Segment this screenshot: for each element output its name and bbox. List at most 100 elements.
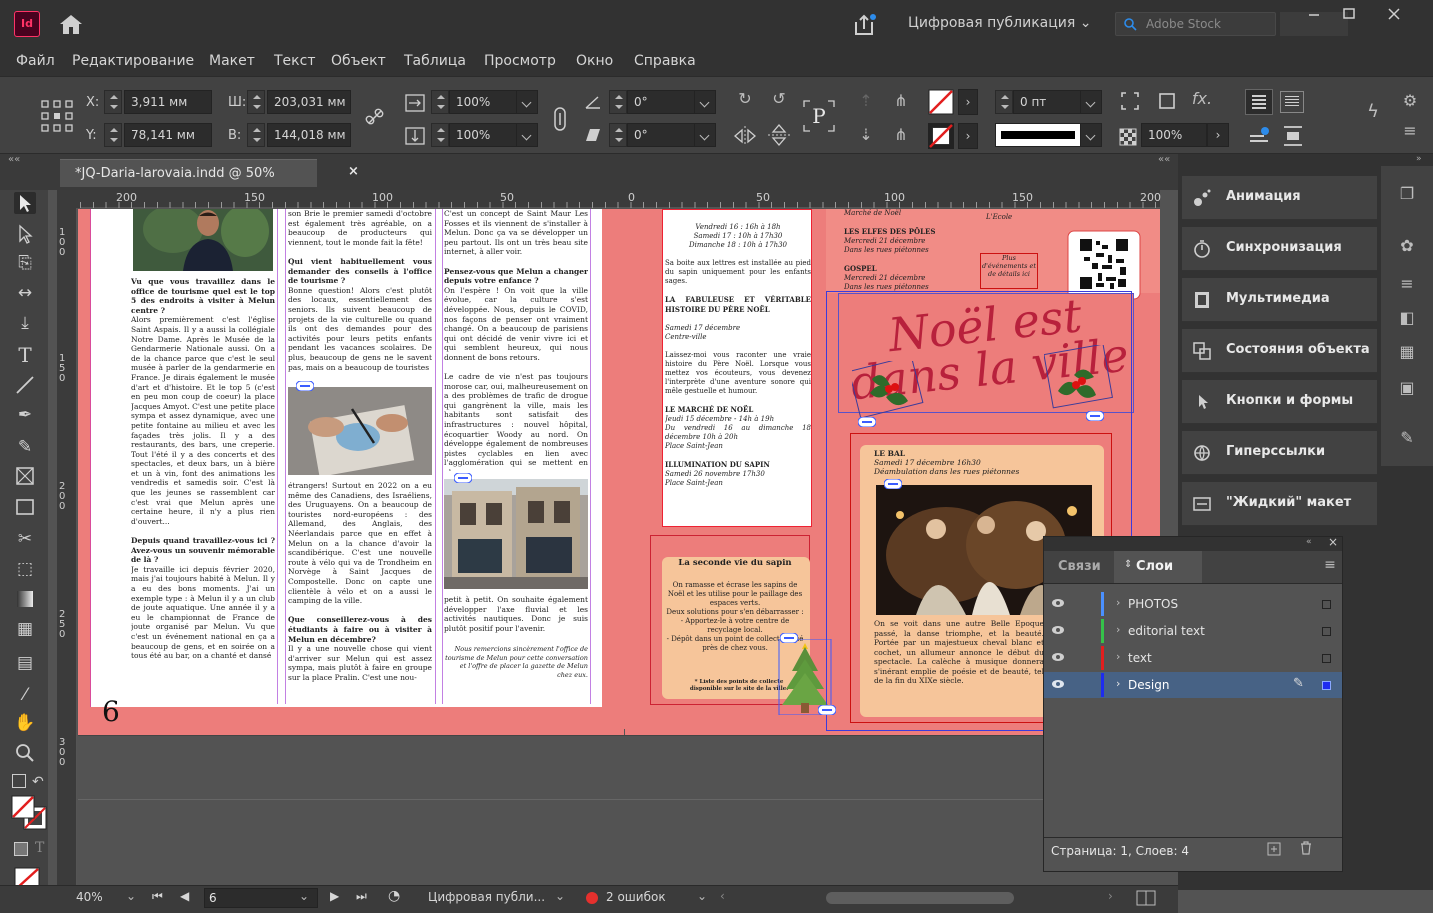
ruler-origin[interactable] [57, 190, 80, 208]
scroll-left-icon[interactable]: ‹ [720, 889, 725, 903]
edit-panel-icon[interactable]: ✎ [1395, 428, 1419, 447]
split-window-icon[interactable] [1136, 890, 1156, 906]
share-icon[interactable] [852, 13, 876, 37]
scale-y-dropdown[interactable] [516, 123, 538, 147]
formatting-container-icon[interactable] [14, 842, 28, 856]
adobe-stock-search[interactable]: Adobe Stock [1115, 12, 1276, 36]
expand-chevron-icon[interactable]: › [1116, 623, 1120, 636]
selection-tool-icon[interactable] [14, 192, 36, 214]
menu-help[interactable]: Справка [634, 53, 696, 69]
document-canvas[interactable]: Vu que vous travaillez dans le office de… [78, 209, 1160, 887]
prev-page-icon[interactable]: ◀ [180, 889, 189, 903]
stroke-type-dropdown[interactable] [1080, 123, 1102, 147]
gradient-feather-tool-icon[interactable]: ▦ [14, 618, 36, 640]
flip-horizontal-icon[interactable] [732, 125, 758, 147]
panel-timing[interactable]: Синхронизация [1182, 227, 1377, 271]
stroke-weight-field[interactable]: 0 пт [1013, 90, 1081, 114]
fill-dropdown[interactable]: › [958, 89, 978, 115]
menu-layout[interactable]: Макет [209, 53, 255, 69]
x-field[interactable]: 3,911 мм [124, 90, 212, 114]
document-tab[interactable]: *JQ-Daria-larovaia.indd @ 50% × [60, 159, 359, 187]
panel-hyperlinks[interactable]: Гиперссылки [1182, 431, 1377, 475]
expand-chevron-icon[interactable]: › [1116, 596, 1120, 609]
panel-collapse-icon[interactable]: « [1306, 537, 1312, 547]
opacity-field[interactable]: 100% [1141, 123, 1207, 147]
shear-field[interactable]: 0° [627, 123, 695, 147]
corner-options-icon[interactable] [1120, 91, 1140, 111]
panel-buttons-forms[interactable]: Кнопки и формы [1182, 380, 1377, 424]
gradient-swatch-tool-icon[interactable] [14, 588, 36, 610]
scale-x-field[interactable]: 100% [449, 90, 517, 114]
scale-x-dropdown[interactable] [516, 90, 538, 114]
street-photo[interactable] [444, 479, 588, 589]
grid-panel-icon[interactable]: ▦ [1395, 342, 1419, 361]
default-fill-stroke-icon[interactable] [12, 774, 26, 788]
rotate-dropdown[interactable] [694, 90, 716, 114]
minimize-icon[interactable] [1304, 6, 1324, 22]
type-tool-icon[interactable]: T [14, 344, 36, 366]
zoom-level[interactable]: 40% [76, 890, 103, 904]
align-objects-icon[interactable] [1282, 125, 1304, 147]
frame-icon[interactable] [1157, 91, 1177, 111]
new-layer-icon[interactable] [1266, 841, 1282, 857]
workspace-switcher[interactable]: Цифровая публикация ⌄ [908, 15, 1091, 31]
fx-icon[interactable]: fx. [1190, 89, 1214, 108]
eye-icon[interactable] [1051, 679, 1065, 689]
scale-x-spinner[interactable] [431, 90, 449, 114]
eye-icon[interactable] [1051, 598, 1065, 608]
layers-panel-header[interactable]: « × [1044, 535, 1342, 551]
select-next-icon[interactable]: ⋔ [888, 125, 914, 144]
events-text[interactable]: Vendredi 16 : 16h à 18h Samedi 17 : 10h … [665, 223, 811, 523]
constrain-scale-icon[interactable] [550, 105, 570, 133]
content-collector-icon[interactable]: ⤓ [14, 312, 36, 334]
vertical-ruler[interactable]: 100 150 200 250 300 [57, 208, 77, 888]
line-tool-icon[interactable] [14, 374, 36, 396]
expand-chevron-icon[interactable]: › [1116, 650, 1120, 663]
eyedropper-tool-icon[interactable]: ⁄ [14, 684, 36, 706]
swatches-panel-icon[interactable]: ✿ [1395, 236, 1419, 255]
menu-file[interactable]: Файл [16, 53, 55, 69]
select-content-icon[interactable]: ⇣ [855, 125, 877, 144]
direct-selection-tool-icon[interactable] [14, 223, 36, 245]
panel-object-states[interactable]: Состояния объекта [1182, 329, 1377, 373]
stroke-dropdown[interactable]: › [958, 123, 978, 149]
restore-icon[interactable] [1339, 6, 1359, 22]
fill-none-swatch-icon[interactable] [928, 89, 954, 115]
rotate-field[interactable]: 0° [627, 90, 695, 114]
collapse-panels-icon[interactable]: «« [1158, 154, 1170, 165]
x-spinner[interactable] [104, 90, 122, 114]
tab-layers-active[interactable]: ⇕ Слои [1114, 551, 1202, 583]
horizontal-ruler[interactable]: 200 150 100 50 0 50 100 150 200 [80, 190, 1161, 208]
dock-collapse-icon[interactable]: » [1416, 154, 1422, 164]
h-spinner[interactable] [247, 123, 265, 147]
col3-thanks[interactable]: Nous remercions sincèrement l'office de … [444, 645, 588, 693]
layer-row-editorial-text[interactable]: › editorial text [1044, 618, 1342, 644]
error-count[interactable]: 2 ошибок [606, 890, 666, 904]
text-wrap-box-button[interactable] [1280, 91, 1304, 113]
hand-tool-icon[interactable]: ✋ [14, 712, 36, 734]
stroke-type-selector[interactable] [995, 123, 1081, 147]
eye-icon[interactable] [1051, 625, 1065, 635]
scale-y-spinner[interactable] [431, 123, 449, 147]
zoom-dropdown-icon[interactable]: ⌄ [126, 889, 136, 903]
eye-icon[interactable] [1051, 652, 1065, 662]
select-container-icon[interactable]: ⇡ [855, 91, 877, 110]
constrain-proportions-icon[interactable] [365, 107, 385, 127]
first-page-icon[interactable]: ⏮ [152, 889, 163, 904]
control-settings-gear-icon[interactable]: ⚙ [1399, 91, 1421, 110]
pencil-tool-icon[interactable]: ✎ [14, 436, 36, 458]
gradient-panel-icon[interactable]: ◧ [1395, 308, 1419, 327]
w-spinner[interactable] [247, 90, 265, 114]
next-page-icon[interactable]: ▶ [330, 889, 339, 903]
column-3-text-top[interactable]: C'est un concept de Saint Maur Les Fosse… [444, 209, 588, 471]
column-3-text-bottom[interactable]: petit à petit. On souhaite également dév… [444, 595, 588, 639]
y-field[interactable]: 78,141 мм [124, 123, 212, 147]
close-tab-icon[interactable]: × [348, 164, 359, 179]
w-field[interactable]: 203,031 мм [267, 90, 351, 114]
stroke-weight-spinner[interactable] [995, 90, 1013, 114]
swap-fill-stroke-icon[interactable]: ↶ [32, 774, 44, 790]
gap-tool-icon[interactable]: ↔ [14, 282, 36, 304]
scroll-right-icon[interactable]: › [1108, 889, 1113, 903]
zoom-tool-icon[interactable] [14, 742, 36, 764]
rectangle-tool-icon[interactable] [14, 496, 36, 518]
